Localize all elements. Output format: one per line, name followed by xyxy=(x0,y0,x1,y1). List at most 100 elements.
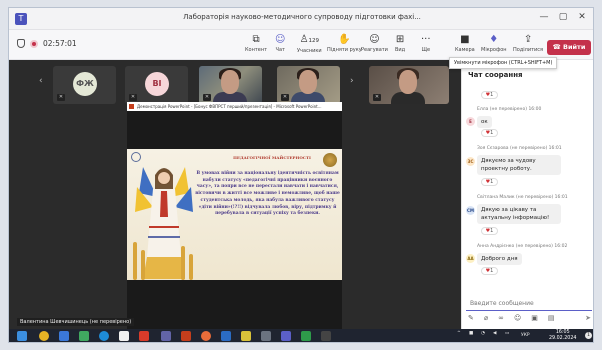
participant-video-tile[interactable]: ✕ xyxy=(369,66,449,104)
avatar: АА xyxy=(466,254,475,263)
mic-muted-icon: ✕ xyxy=(373,94,381,101)
start-icon[interactable] xyxy=(17,331,27,341)
reaction-heart[interactable]: ♥1 xyxy=(481,129,498,137)
slide-body-text: В умовах війни за національну ідентичніс… xyxy=(195,171,340,217)
chat-message: Дякую за цікаву та актуальну інформацію! xyxy=(477,204,561,224)
content-button[interactable]: ⧉ Контент xyxy=(245,33,267,53)
chat-message: Доброго дня xyxy=(477,253,522,265)
tray-app-icon[interactable]: ■ xyxy=(469,331,473,336)
emoji-icon[interactable]: ☺ xyxy=(514,314,521,324)
more-button[interactable]: ··· Ще xyxy=(421,33,431,53)
app-icon[interactable] xyxy=(301,331,311,341)
shared-screen: Демонстрація PowerPoint - [Бонус ФВПРСТ … xyxy=(127,102,342,330)
leave-button[interactable]: ☎ Вийти xyxy=(547,40,591,55)
file-explorer-icon[interactable] xyxy=(59,331,69,341)
chat-message-meta: Світлана Малик (не перевірено) 16:01 xyxy=(477,195,568,200)
participant-video xyxy=(299,70,317,94)
chat-compose-input[interactable]: Введите сообщение xyxy=(466,296,592,311)
participant-video xyxy=(221,70,239,94)
strip-next-icon[interactable]: › xyxy=(350,76,354,86)
reaction-heart[interactable]: ♥1 xyxy=(481,227,498,235)
mic-muted-icon: ✕ xyxy=(129,94,137,101)
mic-muted-icon: ✕ xyxy=(203,94,211,101)
calculator-icon[interactable] xyxy=(119,331,129,341)
app-icon[interactable] xyxy=(201,331,211,341)
participant-video-tile[interactable]: ✕ xyxy=(277,66,340,104)
restore-button[interactable]: ▢ xyxy=(556,12,570,22)
raise-hand-button[interactable]: ✋ Підняти руку xyxy=(327,33,362,53)
avatar: Е xyxy=(466,117,475,126)
app-icon[interactable] xyxy=(261,331,271,341)
recording-icon xyxy=(30,39,38,48)
reaction-heart[interactable]: ♥1 xyxy=(481,178,498,186)
grid-icon: ⊞ xyxy=(395,34,405,45)
content-icon: ⧉ xyxy=(252,34,260,45)
minimize-button[interactable]: — xyxy=(537,12,551,22)
smiley-icon: ☺ xyxy=(369,34,380,45)
participant-count: 129 xyxy=(308,38,320,44)
avatar: ФЖ xyxy=(73,72,97,96)
system-clock[interactable]: 16:05 29.02.2024 xyxy=(549,330,576,342)
participant-tile[interactable]: ФЖ ✕ xyxy=(53,66,116,104)
view-button[interactable]: ⊞ Вид xyxy=(395,33,405,53)
tray-chevron-icon[interactable]: ^ xyxy=(457,331,461,336)
app-icon[interactable] xyxy=(79,331,89,341)
react-button[interactable]: ☺ Реагувати xyxy=(361,33,388,53)
chat-message: Дякуємо за чудову проектну роботу. xyxy=(477,155,561,175)
app-icon[interactable] xyxy=(321,331,331,341)
presentation-slide: ПЕДАГОГІЧНОЇ МАЙСТЕРНОСТІ В умовах війни… xyxy=(127,149,342,280)
chat-message-meta: Зоя Сєзарова (не перевірено) 16:01 xyxy=(477,146,562,151)
powerpoint-icon xyxy=(129,104,134,109)
microphone-button[interactable]: ♦ Мікрофон xyxy=(481,33,507,53)
attach-icon[interactable]: ⌀ xyxy=(484,314,488,324)
teams-meeting-icon[interactable] xyxy=(281,331,291,341)
battery-icon[interactable]: ▭ xyxy=(505,331,509,336)
camera-button[interactable]: ■ Камера xyxy=(455,33,475,53)
microphone-icon: ♦ xyxy=(489,34,499,45)
meeting-stage: ‹ ФЖ ✕ ВІ ✕ ✕ ✕ › ✕ Демонстрація PowerPo… xyxy=(9,60,461,330)
notification-badge[interactable]: 1 xyxy=(585,332,592,339)
meeting-toolbar: 02:57:01 ⧉ Контент ☺ Чат ♙129 Учасники ✋… xyxy=(9,30,593,60)
mic-muted-icon: ✕ xyxy=(281,94,289,101)
loop-icon[interactable]: ∞ xyxy=(498,314,504,324)
share-button[interactable]: ⇪ Поділитися xyxy=(513,33,543,53)
office-icon[interactable] xyxy=(139,331,149,341)
volume-icon[interactable]: ◀ xyxy=(493,331,496,336)
word-icon[interactable] xyxy=(221,331,231,341)
participant-video xyxy=(399,70,417,94)
wifi-icon[interactable]: ◔ xyxy=(481,331,485,336)
reaction-heart[interactable]: ♥1 xyxy=(481,91,498,99)
chat-message: ок xyxy=(477,116,492,128)
people-icon: ♙129 xyxy=(299,34,320,45)
slide-subtitle: ПЕДАГОГІЧНОЇ МАЙСТЕРНОСТІ xyxy=(233,155,311,160)
title-bar: T Лабораторія науково-методичного супров… xyxy=(9,8,593,30)
send-icon[interactable]: ➤ xyxy=(585,314,591,322)
chat-message-meta: Елла (не перевірено) 16:00 xyxy=(477,107,542,112)
format-icon[interactable]: ✎ xyxy=(468,314,474,324)
strip-prev-icon[interactable]: ‹ xyxy=(39,76,43,86)
presenter-name-label: Валентина Шевчишинець (не перевірено) xyxy=(17,318,135,326)
teams-icon[interactable] xyxy=(161,331,171,341)
mic-muted-icon: ✕ xyxy=(57,94,65,101)
compose-toolbar: ✎ ⌀ ∞ ☺ ▣ ▤ xyxy=(468,314,592,324)
reaction-heart[interactable]: ♥1 xyxy=(481,267,498,275)
avatar: ВІ xyxy=(145,72,169,96)
share-icon: ⇪ xyxy=(523,34,533,45)
chat-icon: ☺ xyxy=(275,34,286,45)
language-indicator[interactable]: УКР xyxy=(521,333,530,338)
gif-icon[interactable]: ▣ xyxy=(531,314,538,324)
close-window-button[interactable]: ✕ xyxy=(575,12,589,22)
chrome-icon[interactable] xyxy=(39,331,49,341)
windows-taskbar: ^ ■ ◔ ◀ ▭ УКР 16:05 29.02.2024 1 xyxy=(9,329,593,342)
participants-button[interactable]: ♙129 Учасники xyxy=(297,33,322,54)
hand-icon: ✋ xyxy=(338,34,351,45)
chat-button[interactable]: ☺ Чат xyxy=(275,33,285,53)
meeting-timer: 02:57:01 xyxy=(43,39,77,48)
folder-icon[interactable] xyxy=(241,331,251,341)
participant-video-tile[interactable]: ✕ xyxy=(199,66,262,104)
sticker-icon[interactable]: ▤ xyxy=(548,314,555,324)
participant-tile[interactable]: ВІ ✕ xyxy=(125,66,188,104)
edge-icon[interactable] xyxy=(99,331,109,341)
shield-icon xyxy=(17,39,25,48)
powerpoint-icon[interactable] xyxy=(181,331,191,341)
